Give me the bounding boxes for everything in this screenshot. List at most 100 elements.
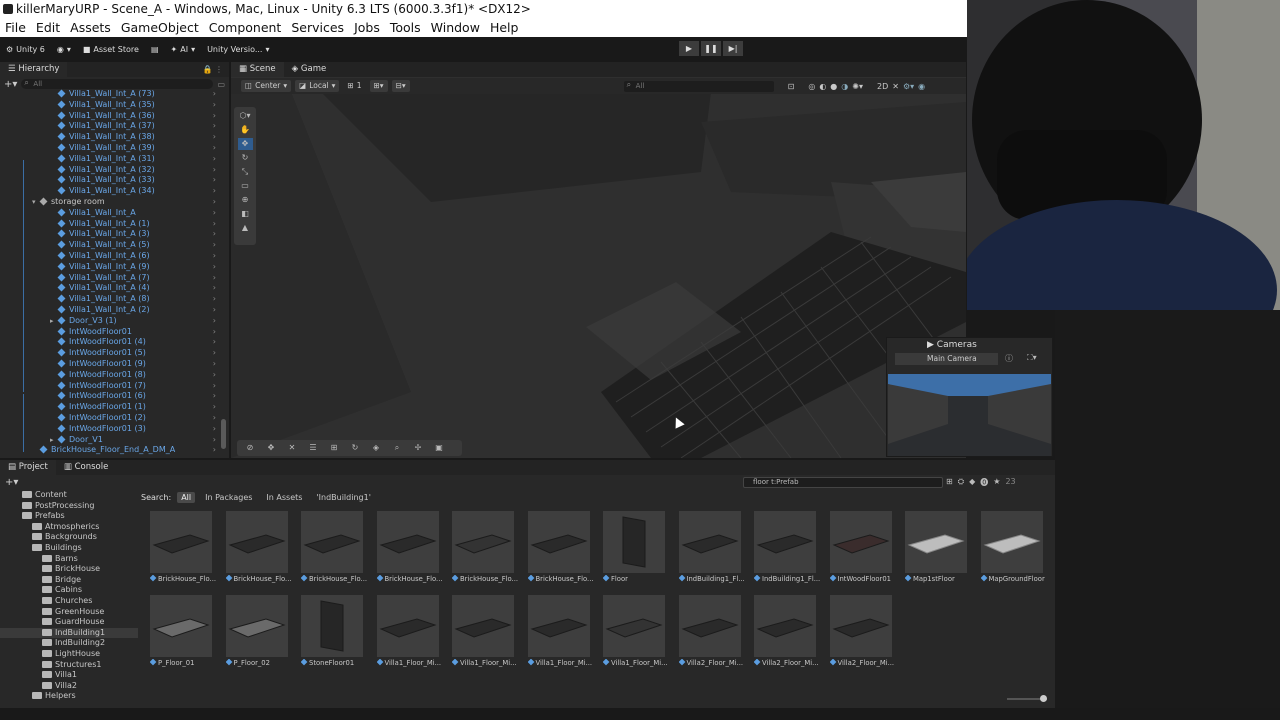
audio-mute-icon[interactable]: ✕ [892, 82, 899, 91]
move-icon[interactable]: ✢ [411, 442, 425, 454]
open-prefab-icon[interactable]: › [213, 154, 216, 165]
hierarchy-item[interactable]: IntWoodFloor01 (4) › [0, 337, 220, 348]
project-folder-item[interactable]: GreenHouse [0, 607, 138, 618]
project-folder-item[interactable]: LightHouse [0, 649, 138, 660]
move-snap-icon[interactable]: ✥ [264, 442, 278, 454]
hierarchy-item[interactable]: Villa1_Wall_Int_A (1) › [0, 219, 220, 230]
open-prefab-icon[interactable]: › [213, 316, 216, 327]
menu-component[interactable]: Component [204, 19, 287, 37]
hierarchy-item[interactable]: ▸ Door_V1 › [0, 435, 220, 446]
project-folder-item[interactable]: Helpers [0, 691, 138, 702]
asset-item[interactable]: BrickHouse_Flo... [301, 511, 367, 591]
hierarchy-item[interactable]: IntWoodFloor01 (5) › [0, 348, 220, 359]
rotate-icon[interactable]: ↻ [348, 442, 362, 454]
search-by-label-icon[interactable]: ⛭ [958, 477, 964, 488]
menu-assets[interactable]: Assets [65, 19, 116, 37]
terrain-tool-icon[interactable]: ▲ [238, 222, 253, 234]
hierarchy-item[interactable]: Villa1_Wall_Int_A (4) › [0, 283, 220, 294]
asset-store-button[interactable]: ■ Asset Store [77, 41, 145, 57]
project-folder-item[interactable]: Villa1 [0, 670, 138, 681]
hierarchy-item[interactable]: IntWoodFloor01 (6) › [0, 391, 220, 402]
open-prefab-icon[interactable]: › [213, 435, 216, 446]
project-folder-item[interactable]: Structures1 [0, 660, 138, 671]
open-prefab-icon[interactable]: › [213, 391, 216, 402]
menu-file[interactable]: File [0, 19, 31, 37]
add-asset-icon[interactable]: +▾ [5, 477, 18, 488]
open-prefab-icon[interactable]: › [213, 175, 216, 186]
open-prefab-icon[interactable]: › [213, 197, 216, 208]
tab-hierarchy[interactable]: ☰ Hierarchy [0, 62, 68, 77]
zoom-icon[interactable]: ⌕ [390, 442, 404, 454]
asset-item[interactable]: Map1stFloor [905, 511, 969, 591]
cloud-account-button[interactable]: ◉ ▾ [51, 41, 77, 57]
grid-toggle[interactable]: ⊞▾ [369, 80, 388, 92]
play-button[interactable]: ▶ [679, 41, 699, 56]
open-prefab-icon[interactable]: › [213, 445, 216, 456]
package-button[interactable]: ▤ [145, 41, 165, 57]
project-folder-item[interactable]: BrickHouse [0, 564, 138, 575]
open-prefab-icon[interactable]: › [213, 89, 216, 100]
rotate-tool-icon[interactable]: ↻ [238, 152, 253, 164]
search-by-tag-icon[interactable]: ◆ [969, 477, 975, 488]
open-prefab-icon[interactable]: › [213, 413, 216, 424]
asset-item[interactable]: IndBuilding1_Fl... [678, 511, 745, 591]
2d-toggle[interactable]: 2D [877, 82, 888, 91]
snap-toggle[interactable]: ⊟▾ [391, 80, 410, 92]
favorite-icon[interactable]: ★ [993, 477, 1000, 488]
hierarchy-item[interactable]: IntWoodFloor01 (2) › [0, 413, 220, 424]
expand-arrow-icon[interactable]: ▾ [32, 197, 40, 208]
scene-viewport[interactable] [231, 62, 966, 458]
hand-tool-icon[interactable]: ✋ [238, 124, 253, 136]
rect-tool-icon[interactable]: ▭ [238, 180, 253, 192]
hierarchy-item[interactable]: Villa1_Wall_Int_A (34) › [0, 186, 220, 197]
hierarchy-item[interactable]: Villa1_Wall_Int_A (5) › [0, 240, 220, 251]
asset-item[interactable]: Villa1_Floor_Mi... [527, 595, 592, 675]
open-prefab-icon[interactable]: › [213, 143, 216, 154]
expand-arrow-icon[interactable]: ▸ [50, 435, 58, 446]
info-icon[interactable]: ⓘ [1005, 353, 1013, 364]
project-folder-item[interactable]: GuardHouse [0, 617, 138, 628]
asset-item[interactable]: Villa2_Floor_Mi... [678, 595, 743, 675]
menu-jobs[interactable]: Jobs [349, 19, 385, 37]
grid-icon[interactable]: ⊞ [327, 442, 341, 454]
tab-console[interactable]: ▥ Console [56, 460, 116, 475]
hierarchy-item[interactable]: Villa1_Wall_Int_A (36) › [0, 111, 220, 122]
menu-tools[interactable]: Tools [385, 19, 426, 37]
scene-search-input[interactable]: All [623, 80, 774, 92]
search-options-icon[interactable]: ▭ [217, 80, 225, 89]
open-prefab-icon[interactable]: › [213, 121, 216, 132]
open-prefab-icon[interactable]: › [213, 370, 216, 381]
hierarchy-item[interactable]: Villa1_Wall_Int_A (37) › [0, 121, 220, 132]
add-icon[interactable]: +▾ [4, 79, 17, 90]
tab-game[interactable]: ◈ Game [284, 62, 335, 77]
camera-preview-icon[interactable]: ▣ [432, 442, 446, 454]
hierarchy-item[interactable]: Villa1_Wall_Int_A (35) › [0, 100, 220, 111]
tool-orientation-icon[interactable]: ⬡▾ [238, 110, 253, 122]
asset-item[interactable]: BrickHouse_Flo... [527, 511, 594, 591]
hierarchy-item[interactable]: Villa1_Wall_Int_A (2) › [0, 305, 220, 316]
menu-gameobject[interactable]: GameObject [116, 19, 204, 37]
hierarchy-item[interactable]: Villa1_Wall_Int_A (8) › [0, 294, 220, 305]
open-prefab-icon[interactable]: › [213, 359, 216, 370]
project-search-input[interactable]: floor t:Prefab [743, 477, 943, 488]
tab-project[interactable]: ▤ Project [0, 460, 56, 475]
layers-icon[interactable]: ◈ [369, 442, 383, 454]
align-icon[interactable]: ☰ [306, 442, 320, 454]
project-folder-item[interactable]: Cabins [0, 585, 138, 596]
snap-increment[interactable]: ⊞ 1 [343, 80, 366, 92]
hierarchy-item[interactable]: Villa1_Wall_Int_A (6) › [0, 251, 220, 262]
scope-in-assets[interactable]: In Assets [262, 492, 306, 503]
open-prefab-icon[interactable]: › [213, 402, 216, 413]
hierarchy-item[interactable]: IntWoodFloor01 (8) › [0, 370, 220, 381]
effects-icon[interactable]: ✺▾ [852, 82, 863, 91]
scope-in-packages[interactable]: In Packages [201, 492, 256, 503]
menu-edit[interactable]: Edit [31, 19, 65, 37]
search-by-type-icon[interactable]: ⊞ [946, 477, 953, 488]
open-prefab-icon[interactable]: › [213, 294, 216, 305]
visibility-icon[interactable]: ◉ [918, 82, 925, 91]
project-folder-item[interactable]: IndBuilding2 [0, 638, 138, 649]
scale-tool-icon[interactable]: ⤡ [238, 166, 253, 178]
probuilder-icon[interactable]: ⊘ [243, 442, 257, 454]
menu-services[interactable]: Services [286, 19, 349, 37]
menu-window[interactable]: Window [426, 19, 485, 37]
